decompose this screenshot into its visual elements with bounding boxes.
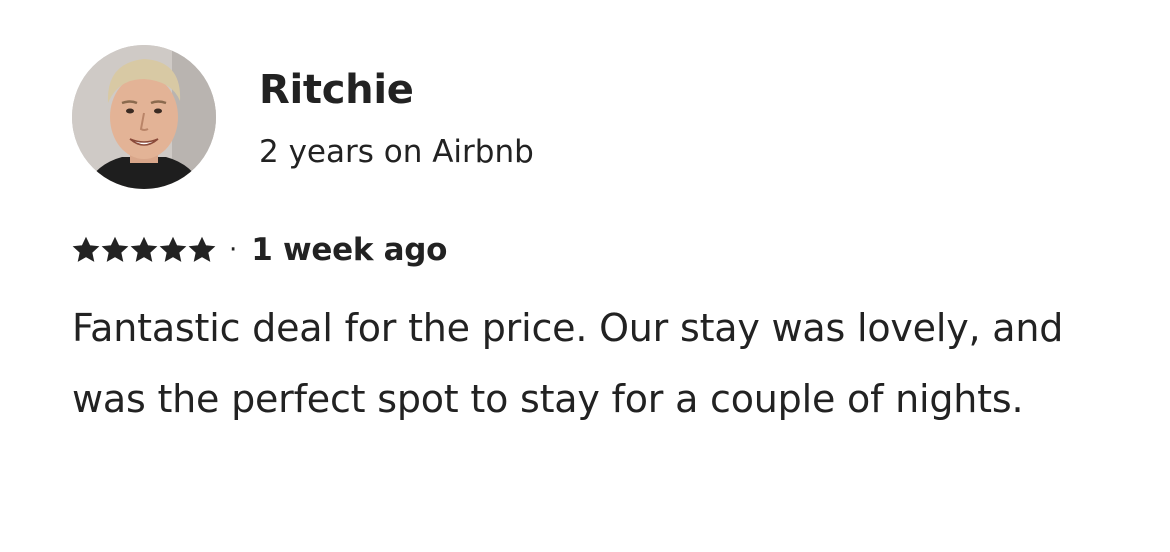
star-icon bbox=[188, 236, 216, 262]
reviewer-name[interactable]: Ritchie bbox=[259, 64, 414, 116]
star-icon bbox=[101, 236, 129, 262]
star-icon bbox=[159, 236, 187, 262]
reviewer-tenure: 2 years on Airbnb bbox=[259, 134, 534, 170]
star-icon bbox=[130, 236, 158, 262]
separator-dot: · bbox=[229, 235, 238, 265]
rating-row: · 1 week ago bbox=[72, 228, 447, 272]
review-date: 1 week ago bbox=[251, 232, 448, 268]
avatar-photo-icon bbox=[72, 45, 216, 189]
reviewer-avatar[interactable] bbox=[72, 45, 216, 189]
star-rating bbox=[72, 236, 217, 264]
star-icon bbox=[72, 236, 100, 262]
review-text: Fantastic deal for the price. Our stay w… bbox=[72, 306, 1064, 421]
review-card: Ritchie 2 years on Airbnb · 1 week ago F… bbox=[0, 0, 1170, 552]
